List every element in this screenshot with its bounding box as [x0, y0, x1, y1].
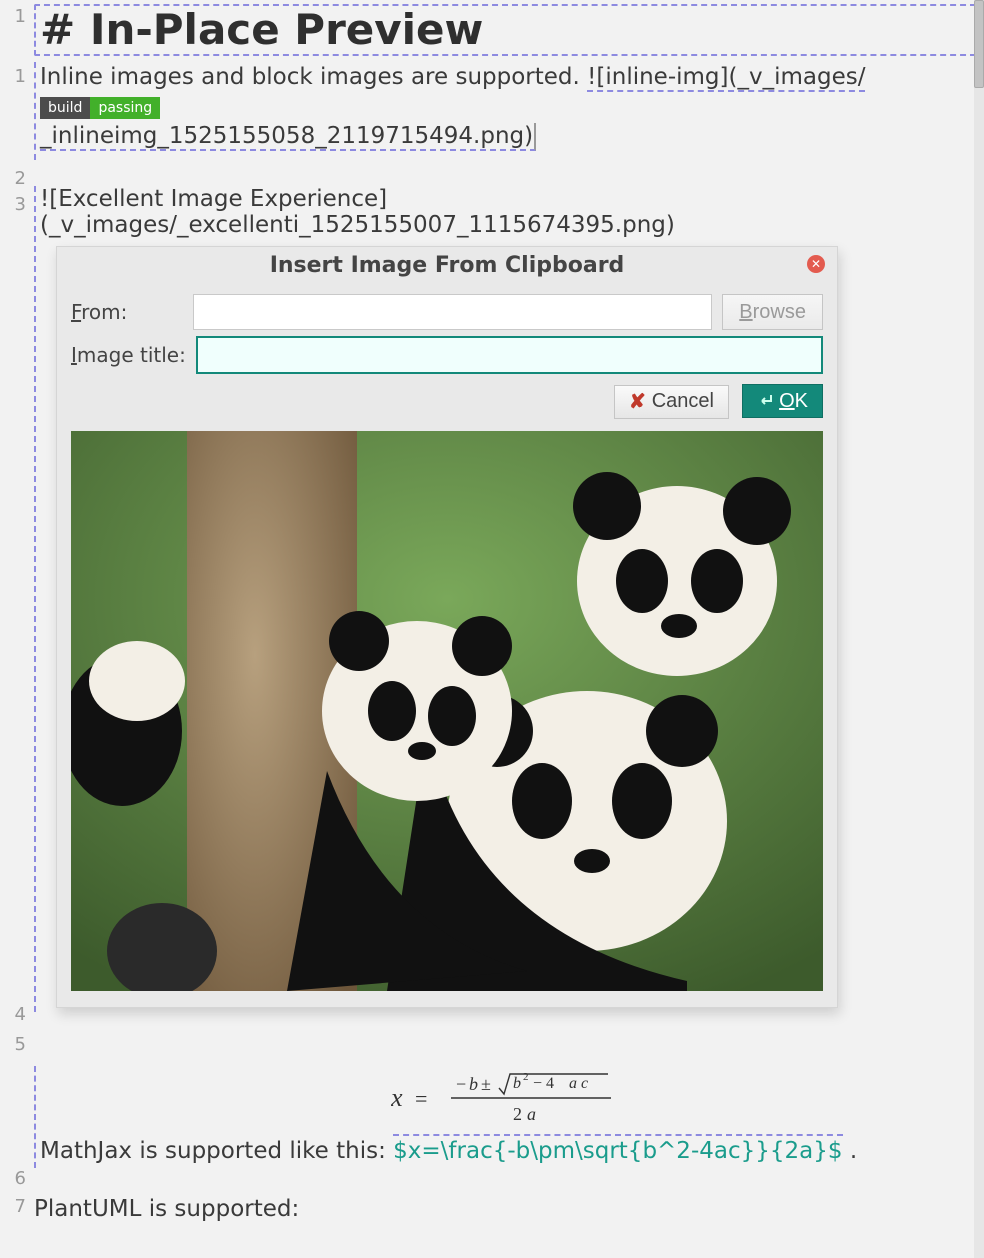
- line-number-gutter: 1 1 2 3 4 5 6 7: [0, 4, 30, 1245]
- insert-image-dialog: Insert Image From Clipboard ✕ From: Brow…: [56, 246, 838, 1008]
- image-title-label: Image title:: [71, 343, 186, 367]
- line-number: 1: [15, 8, 26, 26]
- enter-icon: [757, 394, 773, 408]
- svg-text:2: 2: [513, 1104, 522, 1124]
- editor-view[interactable]: 1 1 2 3 4 5 6 7 # In-Place Preview Inlin…: [0, 0, 984, 1245]
- svg-text:=: =: [415, 1086, 427, 1111]
- svg-text:c: c: [581, 1075, 588, 1092]
- from-input[interactable]: [193, 294, 712, 330]
- markdown-image-syntax: ![Excellent Image Experience](_v_images/…: [40, 186, 675, 238]
- markdown-image-syntax-start: ![inline-img](_v_images/: [587, 64, 865, 92]
- svg-text:− 4: − 4: [533, 1075, 554, 1092]
- line-number: 2: [15, 170, 26, 188]
- badge-value: passing: [90, 97, 160, 119]
- svg-text:a: a: [569, 1075, 577, 1092]
- ok-button[interactable]: OK: [742, 384, 823, 418]
- image-title-row: Image title:: [71, 336, 823, 374]
- scrollbar-thumb[interactable]: [974, 0, 984, 88]
- svg-text:±: ±: [481, 1074, 491, 1094]
- image-title-input[interactable]: [196, 336, 823, 374]
- line-number: 3: [15, 196, 26, 214]
- text-run: MathJax is supported like this:: [40, 1138, 393, 1164]
- close-icon[interactable]: ✕: [807, 255, 825, 273]
- line-number: 4: [15, 1006, 26, 1024]
- browse-button[interactable]: Browse: [722, 294, 823, 330]
- heading-text: # In-Place Preview: [40, 5, 483, 54]
- build-status-badge: buildpassing: [40, 97, 160, 119]
- text-run: .: [843, 1138, 858, 1164]
- paragraph-text: _inlineimg_1525155058_2119715494.png): [40, 123, 536, 151]
- badge-key: build: [40, 97, 90, 119]
- image-block[interactable]: ![Excellent Image Experience](_v_images/…: [34, 186, 976, 1012]
- rendered-formula: x = − b ± b 2 − 4 a c: [40, 1066, 972, 1132]
- vertical-scrollbar[interactable]: [974, 0, 984, 1258]
- markdown-image-syntax-end: _inlineimg_1525155058_2119715494.png): [40, 123, 536, 151]
- dialog-title: Insert Image From Clipboard: [270, 253, 625, 278]
- pasted-image-preview: [71, 431, 823, 991]
- line-number: 5: [15, 1036, 26, 1054]
- dialog-titlebar: Insert Image From Clipboard ✕: [57, 247, 837, 284]
- svg-text:b: b: [469, 1074, 478, 1094]
- cancel-label: Cancel: [652, 390, 714, 413]
- math-source-code: $x=\frac{-b\pm\sqrt{b^2-4ac}}{2a}$: [393, 1134, 842, 1164]
- cancel-icon: ✘: [629, 389, 646, 414]
- paragraph-text[interactable]: PlantUML is supported:: [34, 1194, 976, 1225]
- text-run: Inline images and block images are suppo…: [40, 64, 587, 90]
- from-row: From: Browse: [71, 294, 823, 330]
- svg-text:b: b: [513, 1075, 521, 1092]
- svg-text:−: −: [456, 1074, 466, 1094]
- svg-text:x: x: [391, 1083, 403, 1112]
- line-number: 7: [15, 1198, 26, 1216]
- svg-text:2: 2: [523, 1071, 529, 1083]
- line-number: 6: [15, 1170, 26, 1188]
- paragraph-block[interactable]: Inline images and block images are suppo…: [34, 62, 976, 160]
- from-label: From:: [71, 300, 183, 324]
- heading-block[interactable]: # In-Place Preview: [34, 4, 976, 56]
- paragraph-text: Inline images and block images are suppo…: [40, 64, 865, 92]
- math-source-line: MathJax is supported like this: $x=\frac…: [40, 1138, 972, 1164]
- math-block[interactable]: x = − b ± b 2 − 4 a c: [34, 1066, 976, 1168]
- svg-text:a: a: [527, 1104, 536, 1124]
- cancel-button[interactable]: ✘ Cancel: [614, 385, 729, 419]
- line-number: 1: [15, 68, 26, 86]
